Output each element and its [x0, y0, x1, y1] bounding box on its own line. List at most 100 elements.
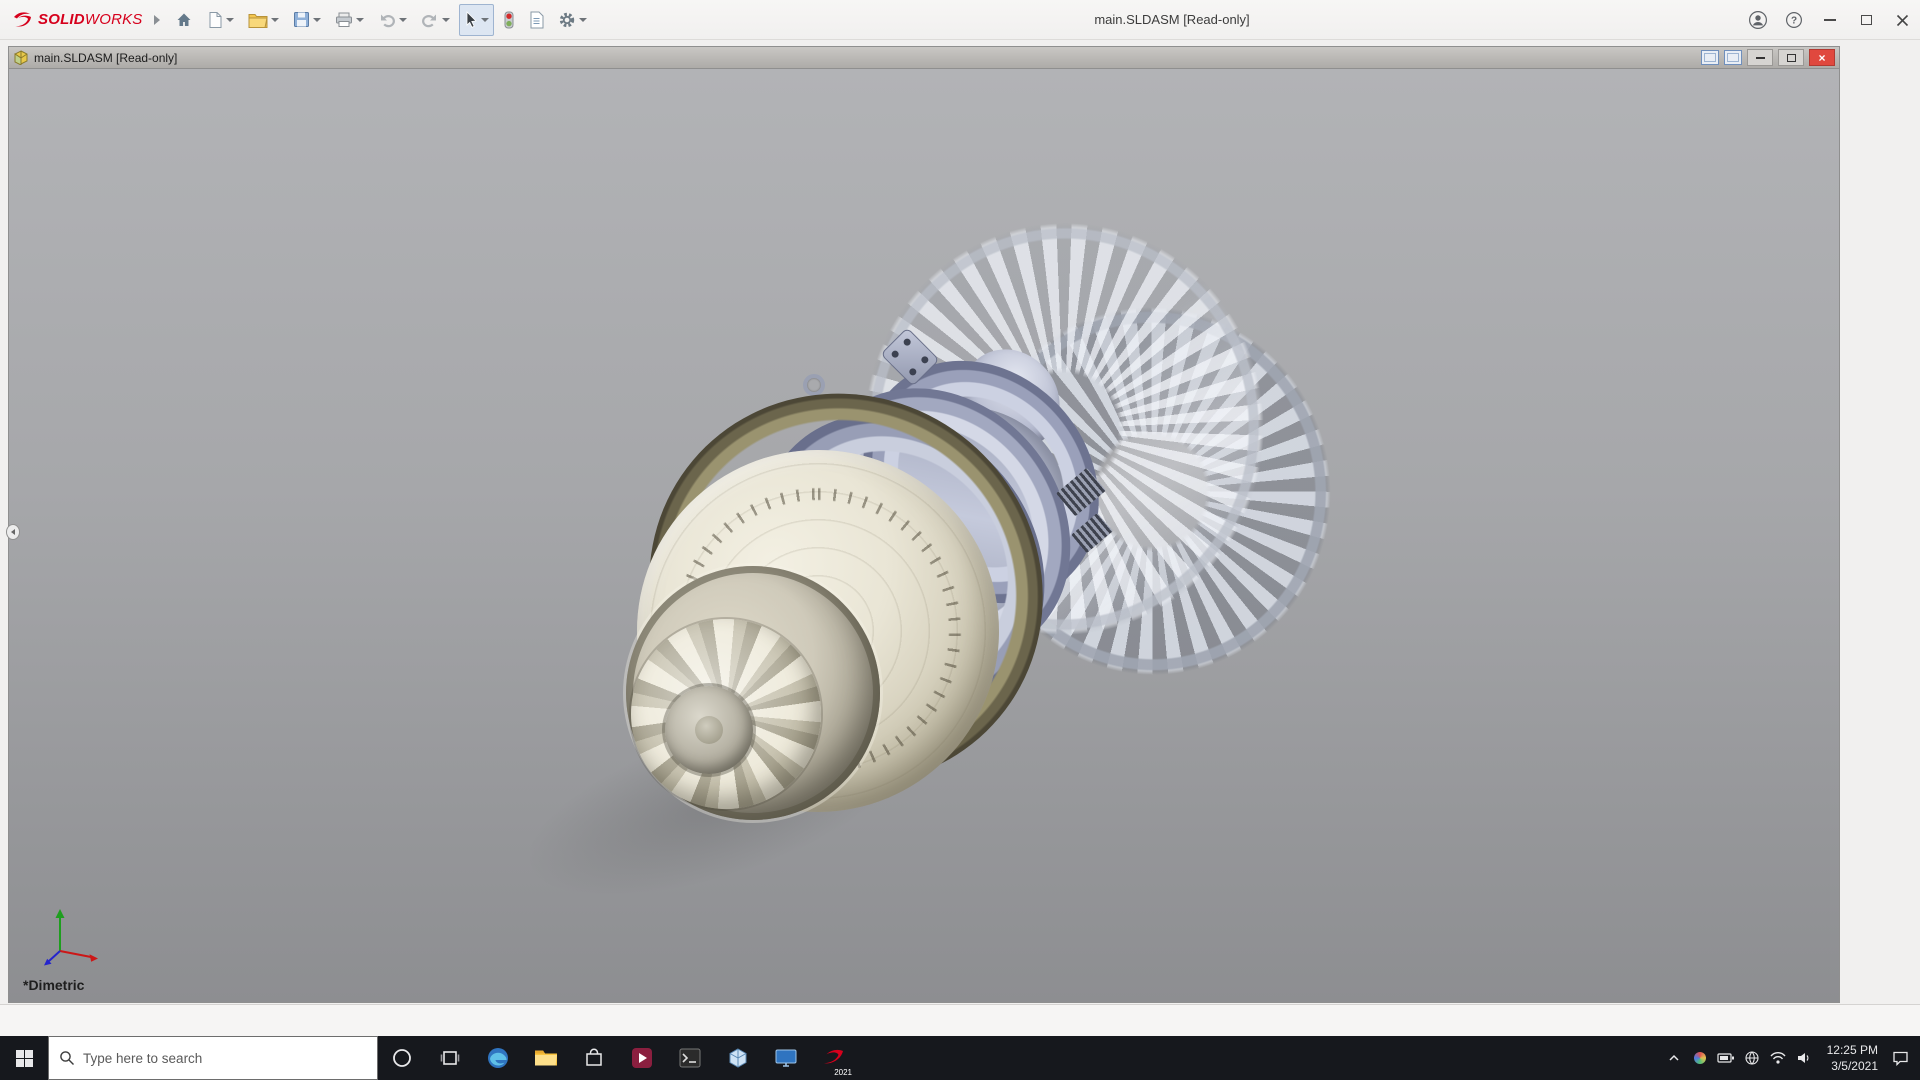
globe-network-icon: [1745, 1051, 1759, 1065]
store-button[interactable]: [570, 1036, 618, 1080]
document-window-controls: ×: [1701, 49, 1835, 66]
solidworks-app-button[interactable]: 2021: [810, 1036, 858, 1080]
app-close-button[interactable]: [1884, 0, 1920, 40]
windows-logo-icon: [15, 1049, 33, 1067]
desktop: SOLIDWORKS main.SLDASM [Read-only] ? mai…: [0, 0, 1920, 1080]
windows-taskbar: 2021: [0, 1036, 1920, 1080]
clock-date: 3/5/2021: [1831, 1059, 1878, 1073]
doc-minimize-button[interactable]: [1747, 49, 1773, 66]
edge-button[interactable]: [474, 1036, 522, 1080]
redo-button[interactable]: [416, 4, 455, 36]
assembly-document-icon: [14, 50, 28, 65]
edrawings-button[interactable]: [714, 1036, 762, 1080]
undo-dropdown-caret[interactable]: [399, 17, 407, 22]
speaker-icon: [1797, 1053, 1809, 1063]
account-button[interactable]: [1740, 0, 1776, 40]
bolt: [890, 349, 901, 360]
user-account-icon: [1749, 11, 1767, 29]
home-icon: [177, 13, 191, 26]
print-dropdown-caret[interactable]: [356, 17, 364, 22]
file-properties-button[interactable]: [524, 4, 549, 36]
action-center-button[interactable]: [1888, 1036, 1914, 1080]
new-dropdown-caret[interactable]: [226, 17, 234, 22]
rebuild-button[interactable]: [498, 4, 520, 36]
feature-panel-expand-button[interactable]: [6, 524, 20, 540]
doc-close-icon: ×: [1818, 50, 1826, 65]
file-properties-icon: [530, 11, 544, 28]
tray-volume[interactable]: [1791, 1036, 1817, 1080]
document-window: main.SLDASM [Read-only] × *Dimetric: [8, 46, 1840, 1003]
redo-icon: [422, 14, 436, 27]
edge-browser-icon: [488, 1048, 508, 1068]
save-dropdown-caret[interactable]: [313, 17, 321, 22]
clock-time: 12:25 PM: [1826, 1042, 1878, 1057]
solidworks-app-icon: [823, 1049, 843, 1064]
solidworks-logo: SOLIDWORKS: [0, 10, 150, 30]
cortana-icon: [393, 1049, 411, 1067]
battery-icon: [1717, 1053, 1734, 1063]
menu-expand-arrow[interactable]: [154, 14, 160, 25]
new-document-button[interactable]: [202, 4, 239, 36]
tray-wifi[interactable]: [1765, 1036, 1791, 1080]
help-button[interactable]: ?: [1776, 0, 1812, 40]
rebuild-trafficlight-icon: [504, 11, 514, 28]
save-button[interactable]: [288, 4, 326, 36]
tile-window-button-2[interactable]: [1724, 50, 1742, 65]
display-app-button[interactable]: [762, 1036, 810, 1080]
store-icon: [586, 1048, 602, 1066]
document-title: main.SLDASM [Read-only]: [34, 50, 178, 65]
select-tool-button[interactable]: [459, 3, 494, 36]
options-gear-icon: [559, 12, 575, 27]
document-titlebar[interactable]: main.SLDASM [Read-only] ×: [9, 47, 1839, 69]
open-button[interactable]: [243, 4, 284, 36]
dassault-logo-icon: [14, 11, 31, 27]
notification-icon: [1893, 1051, 1908, 1066]
svg-text:?: ?: [1791, 16, 1797, 27]
color-app-icon: [1693, 1052, 1706, 1064]
tray-network[interactable]: [1739, 1036, 1765, 1080]
bolt: [907, 366, 918, 377]
open-folder-icon: [248, 13, 268, 28]
app-minimize-button[interactable]: [1812, 0, 1848, 40]
status-bar: [0, 1004, 1920, 1036]
cortana-button[interactable]: [378, 1036, 426, 1080]
redo-dropdown-caret[interactable]: [442, 17, 450, 22]
print-button[interactable]: [330, 4, 369, 36]
app-window-title: main.SLDASM [Read-only]: [1094, 12, 1250, 27]
help-icon: ?: [1785, 11, 1803, 29]
print-icon: [336, 12, 352, 27]
doc-restore-button[interactable]: [1778, 49, 1804, 66]
file-explorer-button[interactable]: [522, 1036, 570, 1080]
app-maximize-button[interactable]: [1848, 0, 1884, 40]
doc-restore-icon: [1786, 53, 1796, 62]
taskbar-search-box[interactable]: [48, 1036, 378, 1080]
search-input[interactable]: [83, 1050, 367, 1066]
chevron-up-icon: [1669, 1054, 1679, 1061]
terminal-button[interactable]: [666, 1036, 714, 1080]
search-icon: [60, 1051, 74, 1065]
taskbar-clock[interactable]: 12:25 PM 3/5/2021: [1817, 1042, 1888, 1074]
start-button[interactable]: [0, 1036, 48, 1080]
tray-battery[interactable]: [1713, 1036, 1739, 1080]
minimize-icon: [1824, 19, 1836, 21]
doc-close-button[interactable]: ×: [1809, 49, 1835, 66]
home-button[interactable]: [170, 4, 198, 36]
open-dropdown-caret[interactable]: [271, 17, 279, 22]
lifting-ring: [803, 374, 825, 396]
options-dropdown-caret[interactable]: [579, 17, 587, 22]
media-app-button[interactable]: [618, 1036, 666, 1080]
app-titlebar-controls: ?: [1740, 0, 1920, 40]
tray-color-app[interactable]: [1687, 1036, 1713, 1080]
bolt: [919, 354, 930, 365]
options-button[interactable]: [553, 4, 592, 36]
select-cursor-icon: [466, 10, 477, 28]
tray-expand-button[interactable]: [1661, 1036, 1687, 1080]
tile-window-button-1[interactable]: [1701, 50, 1719, 65]
task-view-button[interactable]: [426, 1036, 474, 1080]
graphics-viewport[interactable]: *Dimetric: [9, 69, 1839, 1002]
task-view-icon: [440, 1051, 460, 1065]
select-dropdown-caret[interactable]: [481, 17, 489, 22]
undo-button[interactable]: [373, 4, 412, 36]
system-tray: 12:25 PM 3/5/2021: [1661, 1036, 1920, 1080]
cad-cube-icon: [729, 1048, 747, 1068]
